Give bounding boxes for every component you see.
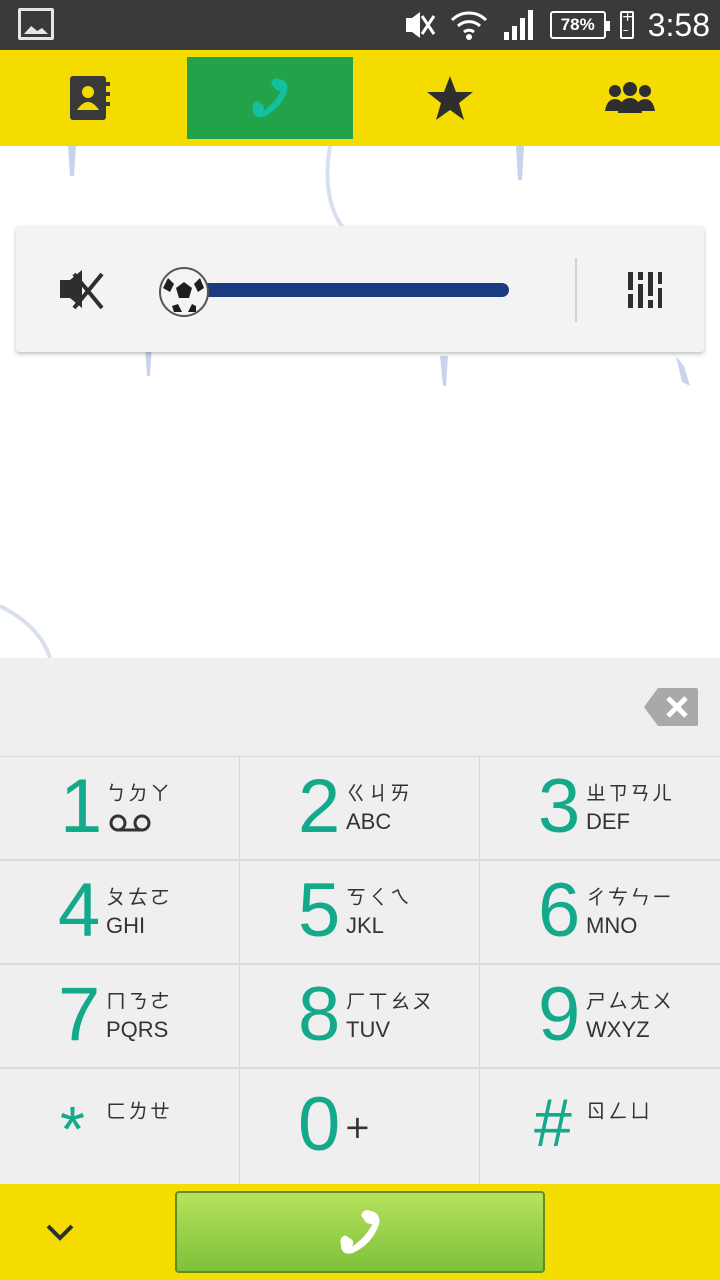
key-digit: 5 xyxy=(298,868,341,953)
tab-bar xyxy=(0,50,720,146)
key-digit: # xyxy=(534,1085,572,1161)
key-bopomofo: ㄏㄒㄠㄡ xyxy=(346,989,434,1013)
voicemail-icon xyxy=(109,814,151,832)
tab-dialer[interactable] xyxy=(180,50,360,146)
key-bopomofo: ㄔㄘㄣㄧ xyxy=(586,885,674,909)
key-letters: MNO xyxy=(586,913,638,938)
key-6[interactable]: 6 ㄔㄘㄣㄧ MNO xyxy=(480,861,720,963)
mute-icon[interactable] xyxy=(56,264,106,314)
phone-icon xyxy=(340,1210,380,1254)
key-4[interactable]: 4 ㄆㄊㄛ GHI xyxy=(0,861,239,963)
gallery-icon xyxy=(18,8,54,40)
key-digit: 8 xyxy=(298,972,341,1057)
key-digit: 0 xyxy=(298,1082,341,1167)
key-bopomofo: ㄖㄥㄩ xyxy=(586,1099,652,1123)
contacts-icon xyxy=(70,76,110,120)
key-8[interactable]: 8 ㄏㄒㄠㄡ TUV xyxy=(240,965,479,1067)
key-letters: GHI xyxy=(106,913,146,938)
key-digit: 1 xyxy=(60,764,103,849)
key-star[interactable]: * ㄈㄌㄝ xyxy=(0,1069,239,1185)
key-digit: 4 xyxy=(58,868,101,953)
chevron-down-icon[interactable] xyxy=(40,1212,80,1252)
volume-slider-bar xyxy=(185,283,509,297)
key-digit: 9 xyxy=(538,972,581,1057)
keypad: 1 ㄅㄉㄚ 2 ㄍㄐㄞ ABC 3 ㄓㄗㄢㄦ DEF 4 ㄆㄊㄛ GHI 5 ㄎ… xyxy=(0,757,720,1185)
signal-icon xyxy=(503,10,533,40)
key-3[interactable]: 3 ㄓㄗㄢㄦ DEF xyxy=(480,757,720,859)
star-icon xyxy=(427,76,473,120)
background-pattern xyxy=(0,146,690,658)
key-1[interactable]: 1 ㄅㄉㄚ xyxy=(0,757,239,859)
groups-icon xyxy=(605,82,655,113)
dialpad: 1 ㄅㄉㄚ 2 ㄍㄐㄞ ABC 3 ㄓㄗㄢㄦ DEF 4 ㄆㄊㄛ GHI 5 ㄎ… xyxy=(0,658,720,1185)
number-input[interactable] xyxy=(0,658,720,756)
battery-percent: 78% xyxy=(560,15,595,34)
key-digit: 7 xyxy=(58,972,101,1057)
vibrate-off-icon xyxy=(405,12,435,38)
call-button[interactable] xyxy=(175,1191,545,1273)
key-letters: TUV xyxy=(346,1017,390,1042)
tab-groups[interactable] xyxy=(540,50,720,146)
key-hash[interactable]: # ㄖㄥㄩ xyxy=(480,1069,720,1185)
soccer-ball-icon[interactable] xyxy=(158,266,210,318)
key-letters: WXYZ xyxy=(586,1017,650,1042)
key-bopomofo: ㄅㄉㄚ xyxy=(106,781,172,805)
volume-slider-track[interactable] xyxy=(185,283,509,297)
status-icons: 78% 3:58 xyxy=(402,0,710,50)
key-2[interactable]: 2 ㄍㄐㄞ ABC xyxy=(240,757,479,859)
key-7[interactable]: 7 ㄇㄋㄜ PQRS xyxy=(0,965,239,1067)
equalizer-icon[interactable] xyxy=(620,268,664,312)
key-digit: 2 xyxy=(298,764,341,849)
key-letters: JKL xyxy=(346,913,384,938)
dialer-background xyxy=(0,146,720,658)
key-bopomofo: ㄓㄗㄢㄦ xyxy=(586,781,674,805)
key-plus: + xyxy=(344,1108,371,1146)
bottom-bar xyxy=(0,1184,720,1280)
key-digit: 6 xyxy=(538,868,581,953)
status-bar: 78% 3:58 xyxy=(0,0,720,50)
key-letters: PQRS xyxy=(106,1017,169,1042)
key-bopomofo: ㄆㄊㄛ xyxy=(106,885,172,909)
key-letters: DEF xyxy=(586,809,630,834)
key-digit: 3 xyxy=(538,764,581,849)
key-letters: ABC xyxy=(346,809,392,834)
charging-icon xyxy=(619,9,634,39)
key-0[interactable]: 0 + xyxy=(240,1069,479,1185)
key-bopomofo: ㄇㄋㄜ xyxy=(106,989,172,1013)
phone-icon xyxy=(252,78,288,118)
tab-favorites[interactable] xyxy=(360,50,540,146)
key-bopomofo: ㄍㄐㄞ xyxy=(346,781,412,805)
wifi-icon xyxy=(450,11,487,40)
volume-divider xyxy=(575,258,577,322)
key-5[interactable]: 5 ㄎㄑㄟ JKL xyxy=(240,861,479,963)
key-bopomofo: ㄈㄌㄝ xyxy=(106,1099,172,1123)
key-digit: * xyxy=(60,1093,85,1165)
key-9[interactable]: 9 ㄕㄙㄤㄨ WXYZ xyxy=(480,965,720,1067)
tab-contacts[interactable] xyxy=(0,50,180,146)
backspace-icon[interactable] xyxy=(644,688,698,726)
key-bopomofo: ㄕㄙㄤㄨ xyxy=(586,989,674,1013)
clock: 3:58 xyxy=(647,6,710,43)
battery-icon: 78% xyxy=(549,11,610,39)
key-bopomofo: ㄎㄑㄟ xyxy=(346,885,412,909)
